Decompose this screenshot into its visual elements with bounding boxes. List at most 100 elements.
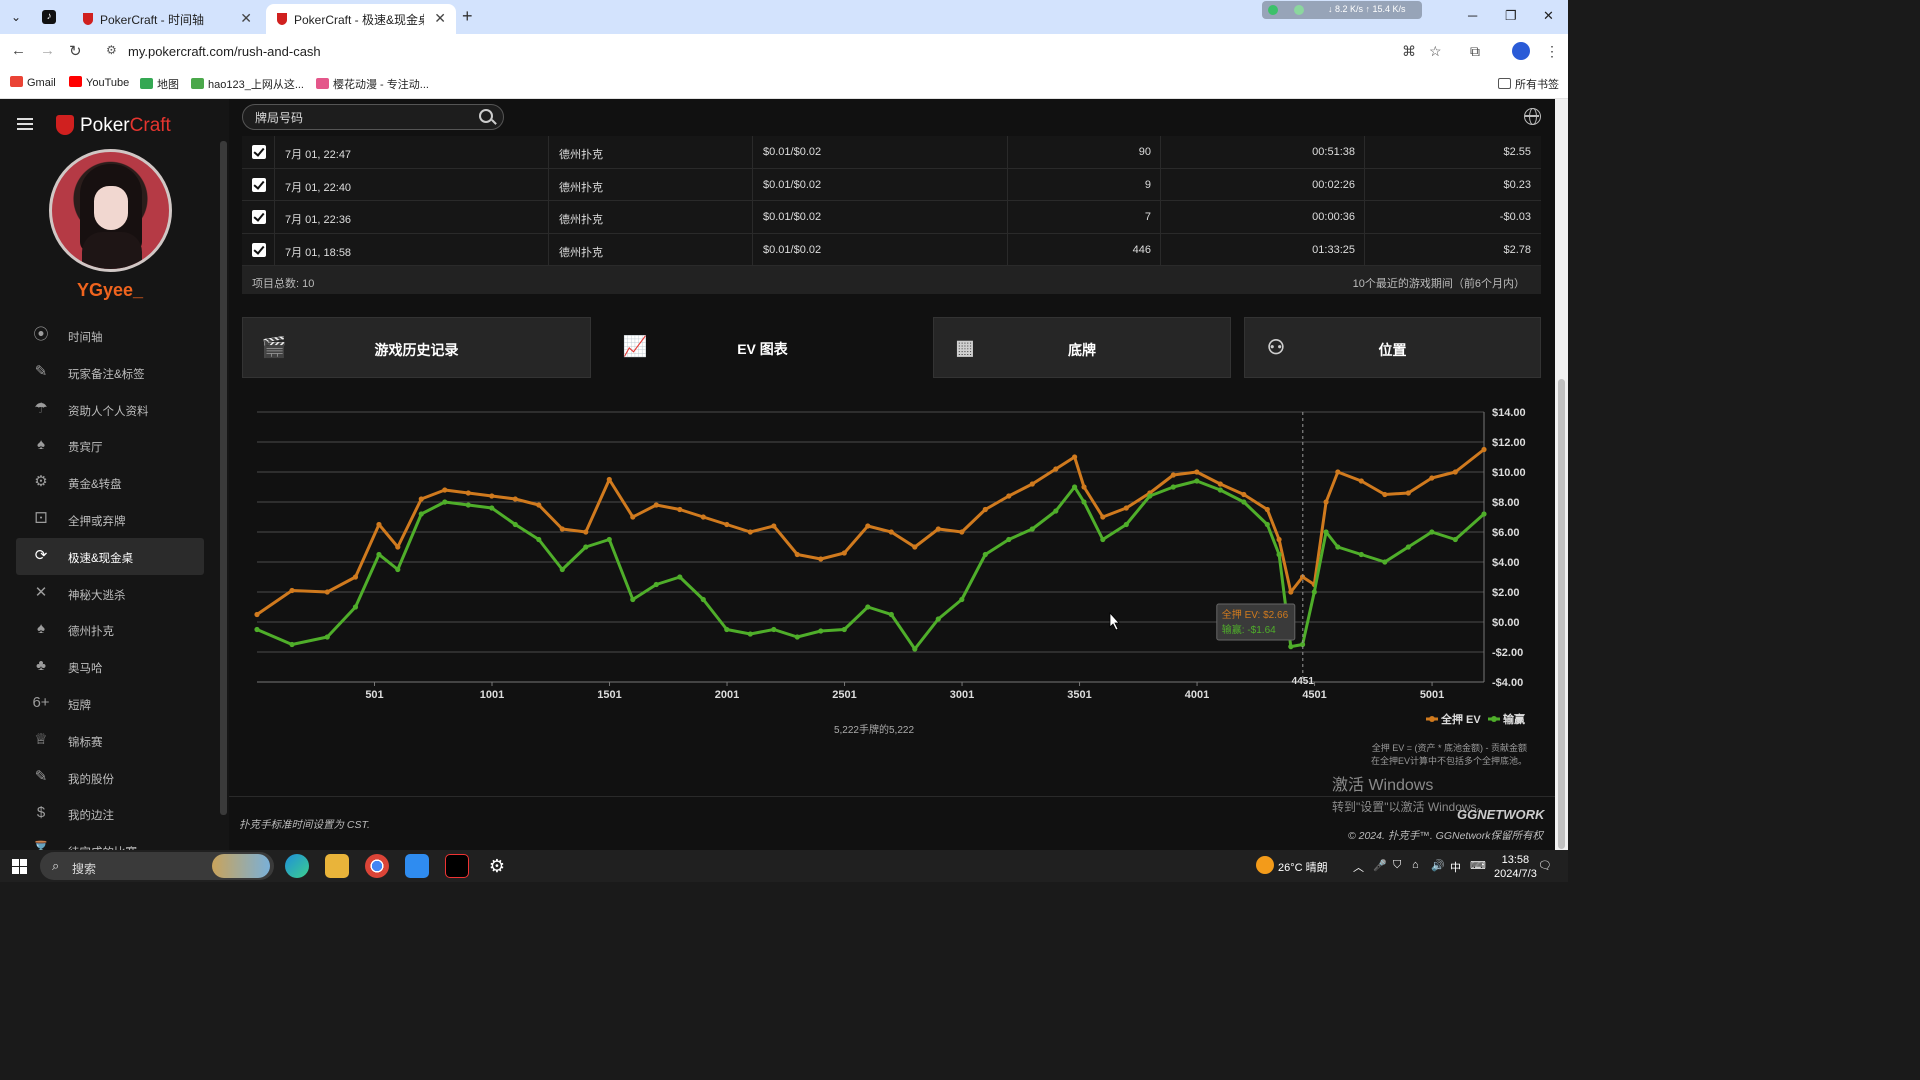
extensions-icon[interactable]: ⧉ (1470, 43, 1480, 60)
hamburger-menu-icon[interactable] (17, 118, 33, 130)
page-scrollbar[interactable] (1555, 99, 1568, 850)
chrome-icon[interactable] (365, 854, 389, 878)
network-icon[interactable]: ⌂ (1412, 859, 1419, 871)
new-tab-button[interactable]: + (462, 6, 473, 27)
notification-icon[interactable]: 🗨 (1538, 859, 1552, 872)
volume-icon[interactable]: 🔊 (1431, 859, 1445, 872)
back-icon[interactable]: ← (11, 42, 26, 59)
feishu-icon[interactable] (405, 854, 429, 878)
table-row[interactable]: 7月 01, 22:40 德州扑克 $0.01/$0.02 9 00:02:26… (242, 168, 1541, 201)
hand-number-input[interactable] (255, 109, 465, 127)
forward-icon[interactable]: → (40, 42, 55, 59)
taskbar-clock[interactable]: 13:58 2024/7/3 (1494, 853, 1537, 881)
site-info-icon[interactable]: ⚙ (106, 43, 117, 57)
settings-gear-icon[interactable]: ⚙ (485, 854, 509, 878)
row-checkbox[interactable] (252, 210, 266, 224)
data-point (1147, 493, 1153, 499)
data-point (865, 523, 871, 529)
minimize-button[interactable]: ─ (1468, 8, 1477, 23)
edge-icon[interactable] (285, 854, 309, 878)
sidebar-item[interactable]: ⌛ 待完成的比赛 (16, 832, 204, 850)
divider (752, 168, 753, 201)
sidebar-item[interactable]: ♕ 锦标赛 (16, 722, 204, 759)
data-point (1481, 511, 1487, 517)
reload-icon[interactable]: ↻ (69, 42, 82, 60)
bookmark-youtube[interactable]: YouTube (69, 76, 129, 89)
sidebar-item[interactable]: ☂ 资助人个人资料 (16, 391, 204, 428)
sidebar-item[interactable]: ♠ 贵宾厅 (16, 427, 204, 464)
sidebar-item[interactable]: ✎ 玩家备注&标签 (16, 354, 204, 391)
browser-tab-timeline[interactable]: PokerCraft - 时间轴 ✕ (72, 4, 262, 34)
ime-settings-icon[interactable]: ⌨ (1470, 859, 1486, 872)
bookmark-hao123[interactable]: hao123_上网从这... (191, 76, 304, 92)
tab-history[interactable]: 🎬 游戏历史记录 (242, 317, 591, 378)
tab-search-button[interactable]: ⌄ (6, 8, 26, 26)
row-checkbox[interactable] (252, 145, 266, 159)
pinned-tab-tiktok[interactable]: ♪ (36, 6, 64, 28)
browser-tab-rush-cash[interactable]: PokerCraft - 极速&现金桌 ✕ (266, 4, 456, 34)
url-text: my.pokercraft.com/rush-and-cash (128, 44, 321, 59)
tab-position[interactable]: ⚇ 位置 (1244, 317, 1541, 378)
defender-icon[interactable]: ⛉ (1393, 859, 1401, 872)
sidebar-item[interactable]: $ 我的边注 (16, 795, 204, 832)
bookmark-label: 所有书签 (1515, 79, 1559, 91)
cell-result: $2.55 (1503, 146, 1531, 158)
sidebar-item[interactable]: ✎ 我的股份 (16, 759, 204, 796)
data-point (888, 529, 894, 535)
allin-fold-icon: ⚀ (34, 509, 48, 527)
data-point (442, 487, 448, 493)
bookmark-gmail[interactable]: Gmail (10, 76, 56, 89)
sidebar-item-label: 全押或弃牌 (68, 515, 126, 528)
table-row[interactable]: 7月 01, 22:47 德州扑克 $0.01/$0.02 90 00:51:3… (242, 136, 1541, 169)
table-row[interactable]: 7月 01, 22:36 德州扑克 $0.01/$0.02 7 00:00:36… (242, 201, 1541, 234)
language-globe-icon[interactable] (1524, 108, 1541, 125)
sidebar-item[interactable]: ⚙ 黄金&转盘 (16, 464, 204, 501)
file-explorer-icon[interactable] (325, 854, 349, 878)
data-point (677, 506, 683, 513)
tab-line-chart[interactable]: 📈 EV 图表 (604, 317, 921, 392)
divider (274, 168, 275, 201)
all-bookmarks[interactable]: 所有书签 (1498, 76, 1559, 92)
sidebar-item[interactable]: ⦿ 时间轴 (16, 317, 204, 354)
data-point (1170, 472, 1176, 478)
sidebar-item[interactable]: ⚀ 全押或弃牌 (16, 501, 204, 538)
bookmark-maps[interactable]: 地图 (140, 76, 179, 92)
menu-dots-icon[interactable]: ⋮ (1545, 43, 1559, 60)
translate-icon[interactable]: ⌘ (1402, 43, 1416, 60)
windows-start-icon[interactable] (12, 859, 27, 874)
close-tab-icon[interactable]: ✕ (240, 10, 252, 27)
ime-indicator[interactable]: 中 (1450, 859, 1461, 875)
search-icon[interactable] (479, 109, 493, 123)
row-checkbox[interactable] (252, 242, 266, 257)
row-checkbox[interactable] (252, 177, 266, 192)
sidebar-scrollbar[interactable] (220, 141, 227, 815)
taskbar-search[interactable]: ⌕ 搜索 (40, 852, 274, 880)
tray-chevron-icon[interactable]: ︿ (1353, 859, 1364, 875)
data-point (1029, 481, 1035, 487)
scrollbar-thumb[interactable] (1558, 379, 1565, 849)
data-point (324, 589, 330, 595)
url-input[interactable]: ⚙ my.pokercraft.com/rush-and-cash (100, 38, 1460, 64)
tab-grid[interactable]: ▦ 底牌 (933, 317, 1231, 378)
sidebar-item[interactable]: ♣ 奥马哈 (16, 648, 204, 685)
taskbar-search-label: 搜索 (72, 862, 97, 876)
sidebar-item[interactable]: ⟳ 极速&现金桌 (16, 537, 204, 575)
legend-label-win: 输赢 (1503, 712, 1525, 726)
weather-text[interactable]: 26°C 晴朗 (1278, 859, 1328, 875)
sidebar-item[interactable]: ♠ 德州扑克 (16, 611, 204, 648)
microphone-icon[interactable]: 🎤 (1373, 859, 1387, 872)
profile-avatar-icon[interactable] (1512, 42, 1530, 60)
ev-app-icon[interactable] (445, 854, 469, 878)
cell-stakes: $0.01/$0.02 (763, 146, 822, 158)
data-point (395, 566, 401, 573)
restore-button[interactable]: ❐ (1505, 8, 1517, 24)
bookmark-star-icon[interactable]: ☆ (1429, 43, 1442, 60)
hand-search-box[interactable] (242, 104, 504, 130)
sidebar-item[interactable]: 6+ 短牌 (16, 685, 204, 722)
close-window-button[interactable]: ✕ (1543, 8, 1554, 24)
table-row[interactable]: 7月 01, 18:58 德州扑克 $0.01/$0.02 446 01:33:… (242, 233, 1541, 266)
avatar[interactable] (49, 149, 172, 272)
close-tab-icon[interactable]: ✕ (434, 10, 446, 27)
bookmark-anime[interactable]: 樱花动漫 - 专注动... (316, 76, 429, 92)
sidebar-item[interactable]: ✕ 神秘大逃杀 (16, 575, 204, 612)
